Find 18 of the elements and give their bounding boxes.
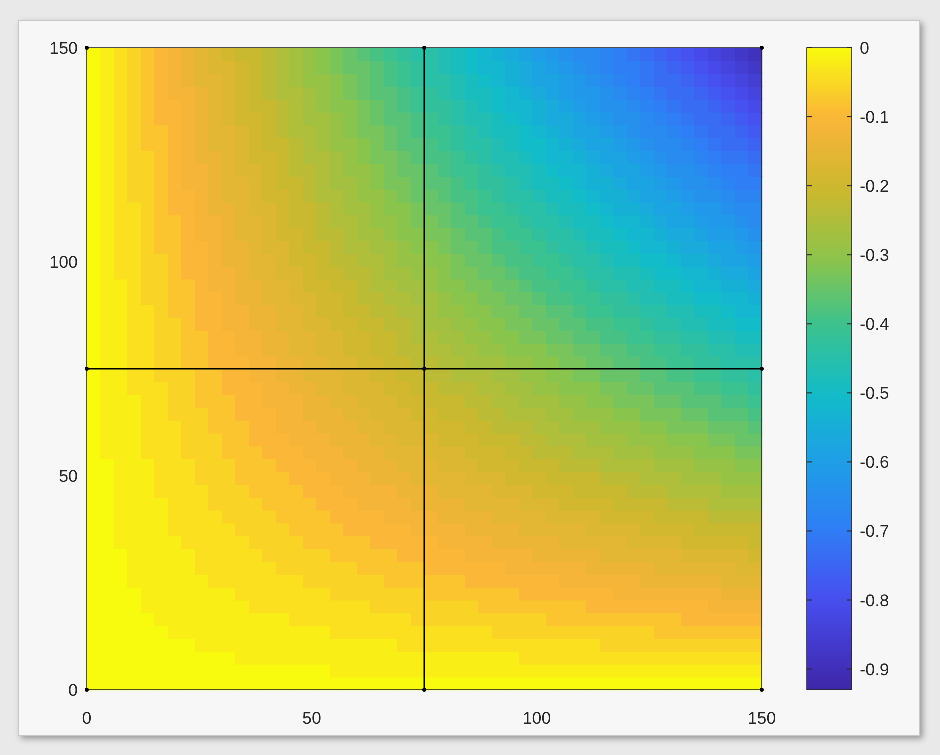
colorbar-tick-label: -0.5 bbox=[860, 384, 890, 404]
colorbar-tick-label: -0.7 bbox=[860, 522, 890, 542]
x-tick-label: 0 bbox=[82, 709, 92, 728]
y-tick-label: 50 bbox=[59, 467, 78, 486]
colorbar-tick-label: 0 bbox=[860, 39, 870, 58]
y-tick-label: 0 bbox=[68, 681, 78, 700]
colorbar-tick-label: -0.9 bbox=[860, 660, 890, 680]
x-tick-label: 100 bbox=[522, 709, 552, 728]
x-tick-label: 50 bbox=[302, 709, 322, 728]
colorbar-tick-label: -0.2 bbox=[860, 177, 890, 196]
colorbar-tick-label: -0.6 bbox=[860, 453, 890, 472]
y-tick-label: 150 bbox=[50, 39, 78, 58]
x-tick-label: 150 bbox=[748, 709, 776, 728]
colorbar-tick-label: -0.8 bbox=[860, 591, 890, 610]
colorbar-tick-label: -0.3 bbox=[860, 246, 890, 266]
colorbar-tick-label: -0.4 bbox=[860, 315, 890, 334]
y-tick-label: 100 bbox=[50, 253, 78, 272]
colorbar-tick-label: -0.1 bbox=[860, 108, 890, 128]
